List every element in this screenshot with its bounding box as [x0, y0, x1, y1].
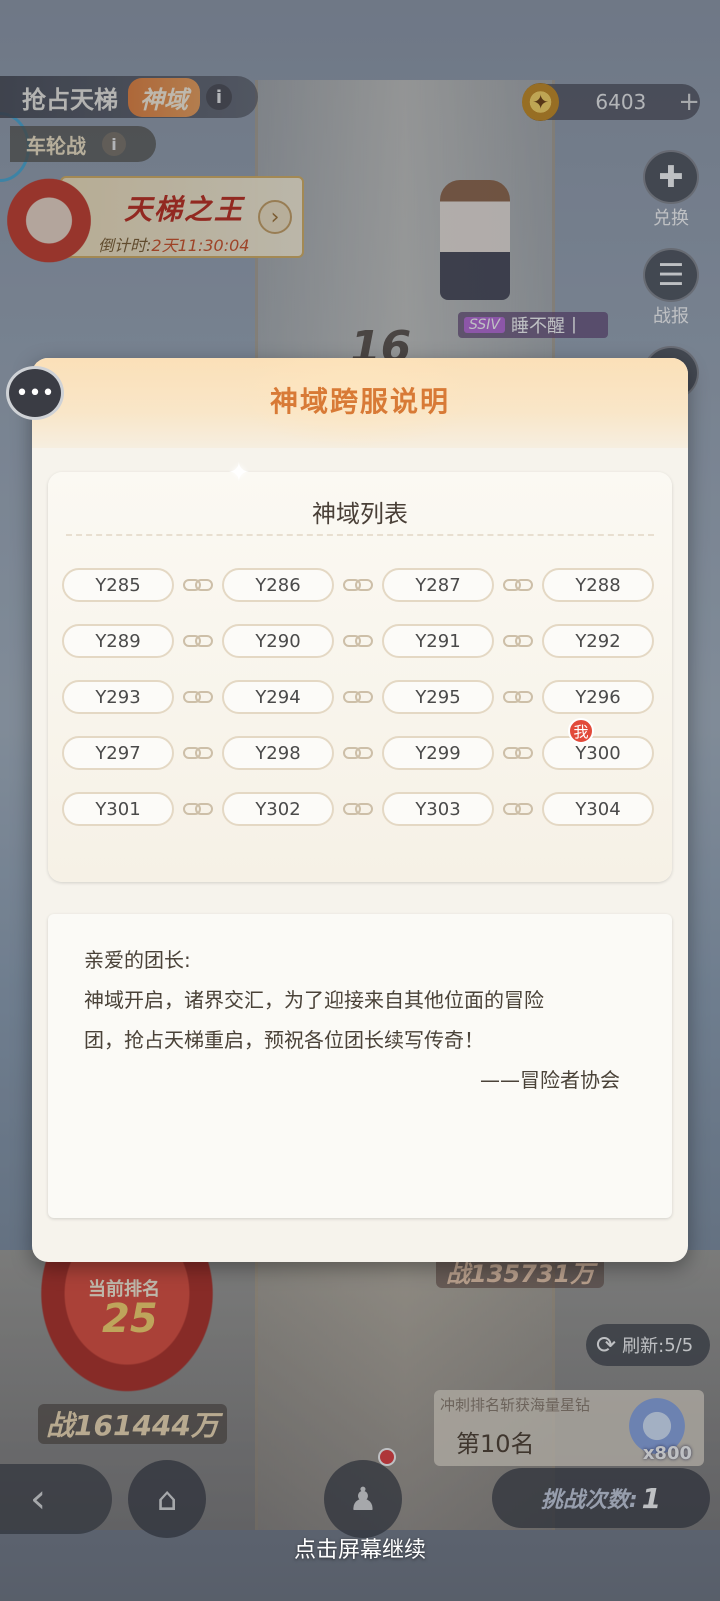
server-pill: Y297	[62, 736, 174, 770]
link-icon	[176, 743, 220, 763]
link-icon	[336, 575, 380, 595]
server-pill: Y296	[542, 680, 654, 714]
link-icon	[336, 799, 380, 819]
my-server-badge: 我	[568, 718, 594, 744]
server-pill: Y288	[542, 568, 654, 602]
server-row: Y285 Y286 Y287 Y288	[62, 568, 658, 602]
crossserver-info-dialog: 神域跨服说明 ✦ 神域列表 Y285 Y286 Y287 Y288 Y289 Y…	[32, 358, 688, 1262]
server-row: Y289 Y290 Y291 Y292	[62, 624, 658, 658]
link-icon	[176, 799, 220, 819]
server-pill: Y286	[222, 568, 334, 602]
announcement-line: 团，抢占天梯重启，预祝各位团长续写传奇！	[84, 1028, 484, 1052]
server-pill: Y293	[62, 680, 174, 714]
link-icon	[496, 631, 540, 651]
link-icon	[496, 743, 540, 763]
server-pill: Y302	[222, 792, 334, 826]
server-row: Y293 Y294 Y295 Y296	[62, 680, 658, 714]
server-pill: Y304	[542, 792, 654, 826]
link-icon	[176, 575, 220, 595]
link-icon	[176, 687, 220, 707]
server-pill: Y291	[382, 624, 494, 658]
sparkle-icon: ✦	[228, 458, 250, 488]
link-icon	[176, 631, 220, 651]
server-row: Y297 Y298 Y299 我 Y300	[62, 718, 658, 770]
divider	[66, 534, 654, 536]
my-server-pill: Y300	[542, 736, 654, 770]
server-pill: Y295	[382, 680, 494, 714]
server-pill: Y303	[382, 792, 494, 826]
server-list-card: ✦ 神域列表 Y285 Y286 Y287 Y288 Y289 Y290 Y29…	[48, 458, 672, 882]
link-icon	[496, 799, 540, 819]
server-pill: Y289	[62, 624, 174, 658]
link-icon	[336, 687, 380, 707]
announcement-signature: ——冒险者协会	[480, 1068, 620, 1092]
announcement-greeting: 亲爱的团长:	[84, 948, 191, 972]
server-pill: Y285	[62, 568, 174, 602]
server-pill: Y290	[222, 624, 334, 658]
server-pill: Y298	[222, 736, 334, 770]
announcement-line: 神域开启，诸界交汇，为了迎接来自其他位面的冒险	[84, 988, 544, 1012]
server-pill: Y294	[222, 680, 334, 714]
link-icon	[336, 631, 380, 651]
chat-bubble-icon: •••	[15, 380, 55, 406]
announcement-card: 亲爱的团长: 神域开启，诸界交汇，为了迎接来自其他位面的冒险 团，抢占天梯重启，…	[48, 914, 672, 1218]
server-row: Y301 Y302 Y303 Y304	[62, 792, 658, 826]
server-pill: Y292	[542, 624, 654, 658]
server-pill: Y299	[382, 736, 494, 770]
link-icon	[336, 743, 380, 763]
server-pill: Y301	[62, 792, 174, 826]
server-pill: Y287	[382, 568, 494, 602]
server-list-title: 神域列表	[312, 500, 408, 528]
chat-button[interactable]: •••	[6, 366, 64, 420]
link-icon	[496, 687, 540, 707]
link-icon	[496, 575, 540, 595]
tap-to-continue-hint[interactable]: 点击屏幕继续	[0, 1532, 720, 1564]
dialog-title: 神域跨服说明	[269, 385, 450, 418]
